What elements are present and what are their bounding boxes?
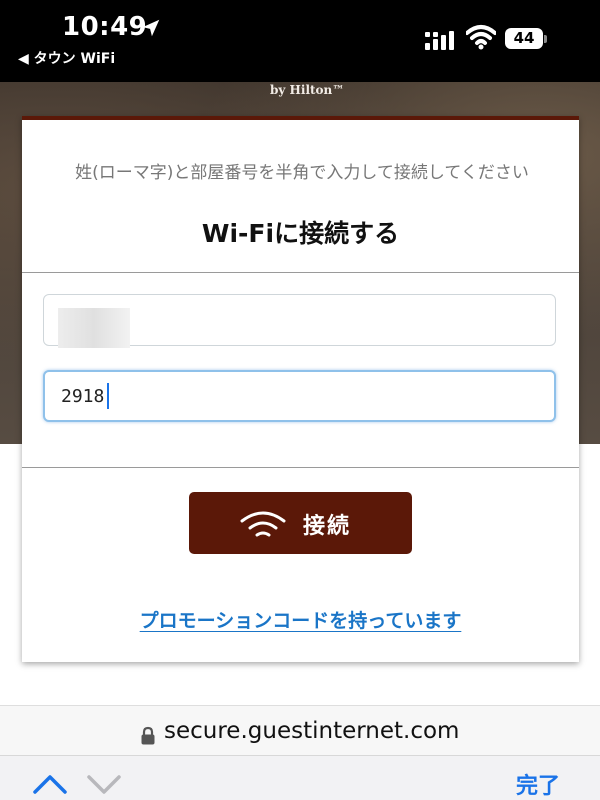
clock: 10:49 [62,12,148,42]
page-title: Wi-Fiに接続する [201,219,400,248]
chevron-down-icon[interactable] [86,772,122,796]
wifi-icon [240,511,286,537]
cellular-signal-icon [425,31,454,50]
divider [22,272,579,273]
lock-icon [141,726,155,745]
wifi-login-card: 姓(ローマ字)と部屋番号を半角で入力して接続してください Wi-Fiに接続する … [22,116,579,662]
text-caret [107,383,109,409]
browser-url-bar[interactable]: secure.guestinternet.com [0,705,600,755]
connect-button-label: 接続 [303,514,352,539]
battery-level: 44 [513,29,535,47]
url-text: secure.guestinternet.com [164,718,460,744]
done-button[interactable]: 完了 [516,768,560,800]
divider [22,467,579,468]
status-bar: 10:49 ◀ タウン WiFi 44 [0,0,600,82]
battery-icon: 44 [505,28,543,49]
wifi-icon [466,25,496,50]
chevron-up-icon[interactable] [32,772,68,796]
promo-code-link[interactable]: プロモーションコードを持っています [22,606,579,633]
battery-nub [544,35,547,43]
location-arrow-icon [142,19,160,37]
connect-button[interactable]: 接続 [189,492,412,554]
back-to-app-link[interactable]: ◀ タウン WiFi [18,48,115,68]
instruction-text: 姓(ローマ字)と部屋番号を半角で入力して接続してください [75,163,529,183]
redacted-name-block [58,308,130,348]
room-number-field[interactable] [43,370,556,422]
keyboard-accessory-bar: 完了 [0,755,600,800]
brand-logo-text: by Hilton™ [270,83,345,97]
